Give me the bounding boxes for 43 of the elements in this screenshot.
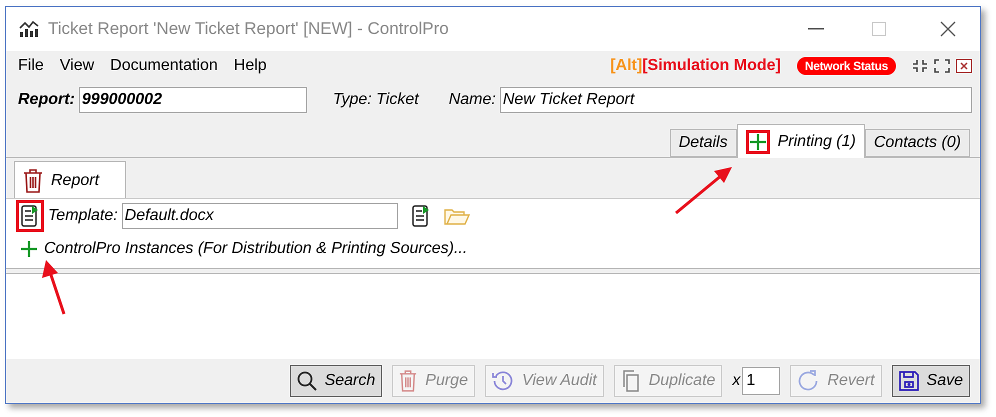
template-field[interactable]: Default.docx xyxy=(122,202,398,228)
document-icon[interactable] xyxy=(412,204,430,226)
collapse-icon[interactable] xyxy=(912,59,928,73)
menu-item[interactable]: View xyxy=(60,54,94,78)
save-icon xyxy=(898,371,919,391)
copies-field[interactable]: 1 xyxy=(742,367,780,395)
search-icon xyxy=(296,371,317,391)
redo-icon xyxy=(797,370,820,392)
type-label: Type: Ticket xyxy=(332,90,419,110)
tab[interactable]: Report xyxy=(14,161,126,199)
trash-icon xyxy=(399,370,418,392)
name-field[interactable]: New Ticket Report xyxy=(500,87,972,113)
name-label: Name: xyxy=(448,90,496,110)
minimize-icon[interactable] xyxy=(808,28,824,30)
tab-label: Printing (1) xyxy=(778,132,856,152)
close-icon[interactable] xyxy=(940,21,956,37)
menu-item[interactable]: Documentation xyxy=(110,54,218,78)
tab[interactable]: Printing (1) xyxy=(736,124,865,158)
copy-icon xyxy=(620,370,641,392)
network-status-badge[interactable]: Network Status xyxy=(796,57,896,75)
expand-icon[interactable] xyxy=(934,59,950,73)
chart-icon xyxy=(18,20,40,38)
template-label: Template: xyxy=(48,206,118,226)
instances-link[interactable]: ControlPro Instances (For Distribution & Printing Sources)... xyxy=(44,237,468,261)
copies-label: x xyxy=(732,371,740,391)
alt-indicator: [Alt] xyxy=(610,57,642,74)
simulation-mode-indicator: [Simulation Mode] xyxy=(642,57,781,74)
report-label: Report: xyxy=(18,90,75,110)
window-title: Ticket Report 'New Ticket Report' [NEW] - ControlPro xyxy=(48,18,449,40)
trash-icon[interactable] xyxy=(23,168,43,192)
document-icon[interactable] xyxy=(21,204,39,226)
save-button[interactable]: Save xyxy=(892,365,970,397)
history-icon xyxy=(492,370,514,392)
tab[interactable]: Contacts (0) xyxy=(864,129,970,157)
close-icon[interactable] xyxy=(956,59,972,73)
add-icon[interactable] xyxy=(20,240,38,258)
tab-label: Report xyxy=(51,170,100,190)
menu-item[interactable]: File xyxy=(18,54,44,78)
menu-item[interactable]: Help xyxy=(234,54,267,78)
add-icon[interactable] xyxy=(750,134,766,150)
report-field[interactable]: 999000002 xyxy=(78,87,307,113)
search-button[interactable]: Search xyxy=(290,365,382,397)
tab[interactable]: Details xyxy=(670,129,737,157)
